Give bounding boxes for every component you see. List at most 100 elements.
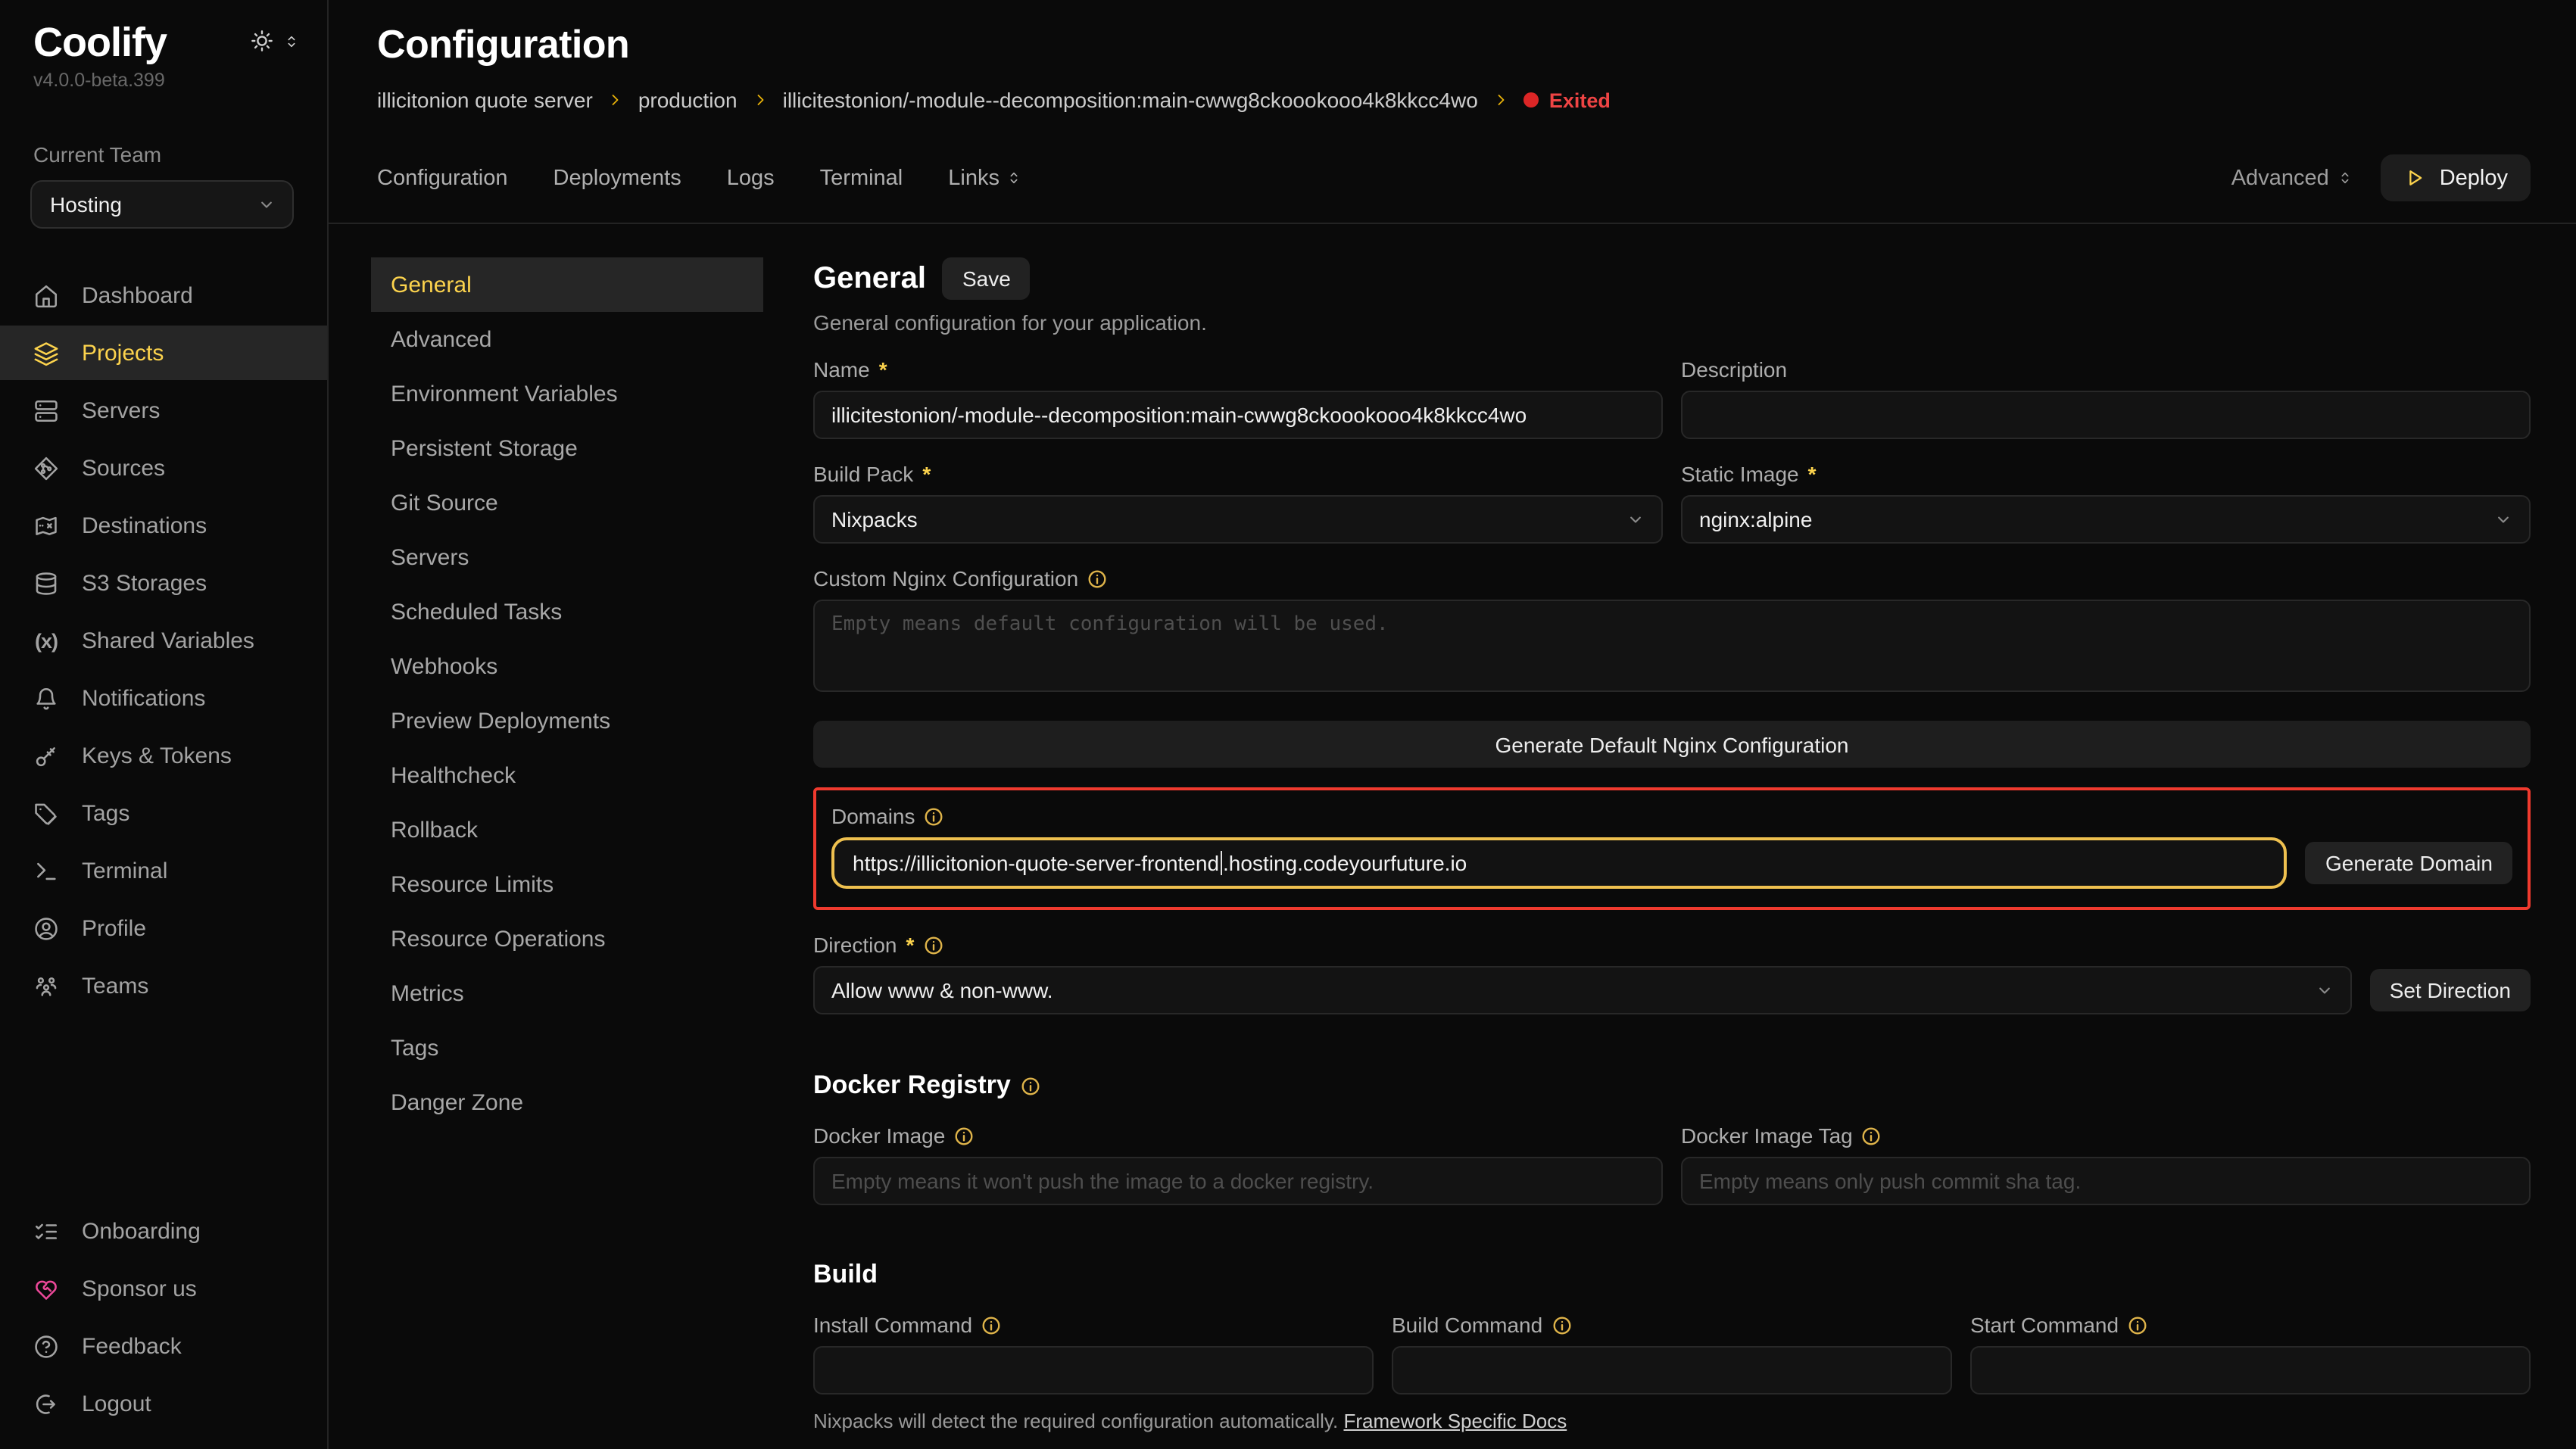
description-input[interactable] bbox=[1681, 391, 2531, 439]
tab-logs[interactable]: Logs bbox=[727, 166, 775, 190]
sidebar-item-label: Shared Variables bbox=[82, 628, 254, 653]
docker-registry-heading: Docker Registry bbox=[813, 1070, 2531, 1101]
install-command-label: Install Command bbox=[813, 1313, 1374, 1337]
domains-input[interactable]: https://illicitonion-quote-server-fronte… bbox=[831, 837, 2288, 889]
start-command-input[interactable] bbox=[1970, 1346, 2531, 1394]
save-button[interactable]: Save bbox=[943, 257, 1031, 300]
description-label: Description bbox=[1681, 357, 2531, 382]
info-icon[interactable] bbox=[1862, 1126, 1882, 1145]
config-nav-environment-variables[interactable]: Environment Variables bbox=[371, 366, 763, 421]
chevron-down-icon bbox=[1625, 509, 1646, 530]
generate-domain-button[interactable]: Generate Domain bbox=[2306, 842, 2512, 884]
docker-image-label: Docker Image bbox=[813, 1123, 1663, 1148]
info-icon[interactable] bbox=[1021, 1076, 1041, 1095]
checklist-icon bbox=[33, 1218, 59, 1244]
docker-image-input[interactable] bbox=[813, 1157, 1663, 1205]
variables-icon: (x) bbox=[33, 629, 59, 652]
breadcrumb: illicitonion quote server production ill… bbox=[377, 88, 2531, 112]
sidebar-item-label: Onboarding bbox=[82, 1218, 201, 1244]
config-nav-git-source[interactable]: Git Source bbox=[371, 475, 763, 530]
chevron-down-icon bbox=[2314, 980, 2335, 1001]
sidebar: Coolify v4.0.0-beta.399 Current Team Hos… bbox=[0, 0, 329, 1449]
sidebar-item-label: Teams bbox=[82, 973, 148, 999]
info-icon[interactable] bbox=[923, 935, 943, 955]
chevrons-up-down-icon bbox=[1006, 170, 1022, 186]
sidebar-item-profile[interactable]: Profile bbox=[0, 901, 327, 955]
config-nav-tags[interactable]: Tags bbox=[371, 1021, 763, 1075]
config-nav-general[interactable]: General bbox=[371, 257, 763, 312]
build-command-input[interactable] bbox=[1392, 1346, 1952, 1394]
config-nav-resource-operations[interactable]: Resource Operations bbox=[371, 911, 763, 966]
domains-highlight-box: Domains https://illicitonion-quote-serve… bbox=[813, 787, 2531, 910]
direction-select[interactable]: Allow www & non-www. bbox=[813, 966, 2352, 1014]
sidebar-item-projects[interactable]: Projects bbox=[0, 326, 327, 380]
chevrons-up-down-icon[interactable] bbox=[283, 33, 300, 49]
section-title: General bbox=[813, 261, 926, 296]
config-nav-persistent-storage[interactable]: Persistent Storage bbox=[371, 421, 763, 475]
breadcrumb-project[interactable]: illicitonion quote server bbox=[377, 88, 593, 112]
config-nav-rollback[interactable]: Rollback bbox=[371, 802, 763, 857]
tab-links[interactable]: Links bbox=[948, 166, 1022, 190]
build-pack-select[interactable]: Nixpacks bbox=[813, 495, 1663, 544]
sidebar-item-s3-storages[interactable]: S3 Storages bbox=[0, 556, 327, 610]
config-nav-danger-zone[interactable]: Danger Zone bbox=[371, 1075, 763, 1130]
sidebar-item-onboarding[interactable]: Onboarding bbox=[0, 1204, 327, 1258]
breadcrumb-environment[interactable]: production bbox=[638, 88, 738, 112]
tab-terminal[interactable]: Terminal bbox=[820, 166, 903, 190]
sidebar-item-tags[interactable]: Tags bbox=[0, 786, 327, 840]
framework-docs-link[interactable]: Framework Specific Docs bbox=[1343, 1410, 1567, 1432]
config-nav-webhooks[interactable]: Webhooks bbox=[371, 639, 763, 693]
install-command-input[interactable] bbox=[813, 1346, 1374, 1394]
sidebar-item-destinations[interactable]: Destinations bbox=[0, 498, 327, 553]
sidebar-item-logout[interactable]: Logout bbox=[0, 1376, 327, 1431]
sidebar-item-sources[interactable]: Sources bbox=[0, 441, 327, 495]
sidebar-item-servers[interactable]: Servers bbox=[0, 383, 327, 438]
info-icon[interactable] bbox=[925, 806, 944, 826]
docker-image-tag-input[interactable] bbox=[1681, 1157, 2531, 1205]
custom-nginx-textarea[interactable] bbox=[813, 600, 2531, 692]
static-image-label: Static Image* bbox=[1681, 462, 2531, 486]
sidebar-item-sponsor-us[interactable]: Sponsor us bbox=[0, 1261, 327, 1316]
server-icon bbox=[33, 397, 59, 423]
tabbar: Configuration Deployments Logs Terminal … bbox=[329, 154, 2576, 224]
sidebar-item-label: Notifications bbox=[82, 685, 205, 711]
sidebar-item-shared-variables[interactable]: (x) Shared Variables bbox=[0, 613, 327, 668]
deploy-button[interactable]: Deploy bbox=[2381, 154, 2531, 201]
current-team-label: Current Team bbox=[0, 91, 327, 167]
breadcrumb-application[interactable]: illicitestonion/-module--decomposition:m… bbox=[783, 88, 1478, 112]
info-icon[interactable] bbox=[954, 1126, 974, 1145]
sidebar-item-dashboard[interactable]: Dashboard bbox=[0, 268, 327, 323]
team-select[interactable]: Hosting bbox=[30, 180, 294, 229]
generate-nginx-button[interactable]: Generate Default Nginx Configuration bbox=[813, 721, 2531, 768]
sidebar-footer: Onboarding Sponsor us Feedback Logout bbox=[0, 1204, 327, 1449]
sidebar-item-feedback[interactable]: Feedback bbox=[0, 1319, 327, 1373]
team-select-value: Hosting bbox=[50, 192, 122, 217]
name-input[interactable] bbox=[813, 391, 1663, 439]
section-subtitle: General configuration for your applicati… bbox=[813, 310, 2531, 335]
info-icon[interactable] bbox=[1552, 1315, 1571, 1335]
advanced-toggle[interactable]: Advanced bbox=[2231, 166, 2353, 190]
logout-icon bbox=[33, 1391, 59, 1416]
chevron-right-icon bbox=[1492, 91, 1510, 109]
tab-configuration[interactable]: Configuration bbox=[377, 166, 508, 190]
sidebar-item-keys-tokens[interactable]: Keys & Tokens bbox=[0, 728, 327, 783]
info-icon[interactable] bbox=[2128, 1315, 2147, 1335]
sun-icon[interactable] bbox=[250, 29, 274, 53]
sidebar-item-teams[interactable]: Teams bbox=[0, 958, 327, 1013]
sidebar-item-terminal[interactable]: Terminal bbox=[0, 843, 327, 898]
config-nav-preview-deployments[interactable]: Preview Deployments bbox=[371, 693, 763, 748]
config-nav-metrics[interactable]: Metrics bbox=[371, 966, 763, 1021]
config-nav-resource-limits[interactable]: Resource Limits bbox=[371, 857, 763, 911]
sidebar-item-notifications[interactable]: Notifications bbox=[0, 671, 327, 725]
info-icon[interactable] bbox=[981, 1315, 1001, 1335]
static-image-select[interactable]: nginx:alpine bbox=[1681, 495, 2531, 544]
config-nav-scheduled-tasks[interactable]: Scheduled Tasks bbox=[371, 584, 763, 639]
tab-deployments[interactable]: Deployments bbox=[554, 166, 681, 190]
config-nav-servers[interactable]: Servers bbox=[371, 530, 763, 584]
config-nav-healthcheck[interactable]: Healthcheck bbox=[371, 748, 763, 802]
build-command-label: Build Command bbox=[1392, 1313, 1952, 1337]
info-icon[interactable] bbox=[1087, 569, 1107, 588]
config-nav-advanced[interactable]: Advanced bbox=[371, 312, 763, 366]
user-icon bbox=[33, 915, 59, 941]
set-direction-button[interactable]: Set Direction bbox=[2370, 969, 2531, 1011]
